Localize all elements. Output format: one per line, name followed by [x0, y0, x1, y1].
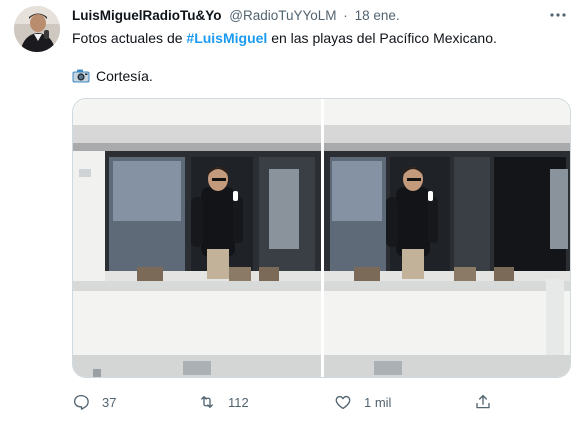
tweet-card: LuisMiguelRadioTu&Yo @RadioTuYYoLM · 18 … [0, 0, 583, 424]
tweet-text-before: Fotos actuales de [72, 30, 187, 46]
tweet-text-after: en las playas del Pacífico Mexicano. [267, 30, 497, 46]
avatar-photo [14, 6, 60, 52]
more-options-button[interactable] [549, 6, 567, 24]
tweet-date[interactable]: 18 ene. [355, 8, 400, 23]
reply-button[interactable]: 37 [72, 392, 116, 412]
hashtag-link[interactable]: #LuisMiguel [186, 30, 267, 46]
reply-count: 37 [102, 394, 117, 410]
tweet-text: Fotos actuales de #LuisMiguel en las pla… [72, 30, 497, 46]
yacht-photo [324, 99, 570, 377]
separator-dot: · [343, 8, 348, 23]
user-handle[interactable]: @RadioTuYYoLM [229, 8, 336, 23]
media-grid [72, 98, 571, 378]
avatar[interactable] [14, 6, 60, 52]
retweet-count: 112 [228, 394, 249, 410]
like-count: 1 mil [364, 394, 392, 410]
like-icon [335, 395, 351, 410]
action-bar: 37 112 1 mil [72, 392, 502, 412]
photo-left[interactable] [73, 99, 321, 377]
photo-right[interactable] [324, 99, 570, 377]
retweet-button[interactable]: 112 [198, 392, 249, 412]
yacht-photo [73, 99, 321, 377]
camera-icon [72, 69, 90, 83]
display-name[interactable]: LuisMiguelRadioTu&Yo [72, 8, 222, 23]
courtesy-text: Cortesía. [96, 68, 153, 84]
reply-icon [73, 394, 89, 410]
courtesy-line: Cortesía. [72, 68, 153, 84]
share-button[interactable] [474, 392, 492, 412]
share-icon [476, 394, 490, 409]
like-button[interactable]: 1 mil [334, 392, 391, 412]
more-dots-icon [550, 13, 566, 17]
tweet-header: LuisMiguelRadioTu&Yo @RadioTuYYoLM · 18 … [72, 8, 567, 28]
retweet-icon [201, 396, 213, 408]
